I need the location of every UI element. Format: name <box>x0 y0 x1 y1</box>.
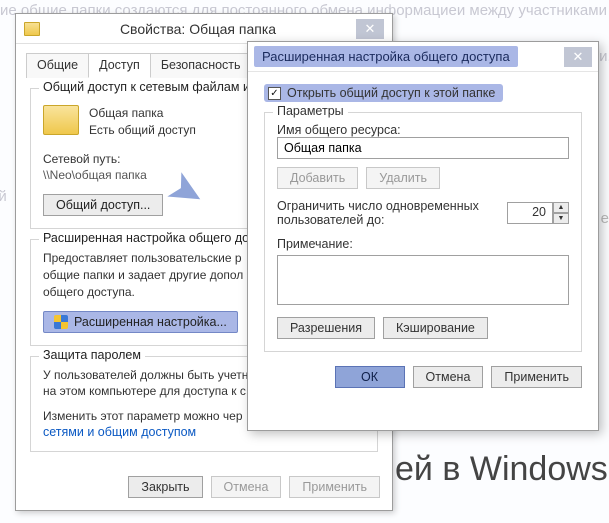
delete-button[interactable]: Удалить <box>366 167 440 189</box>
close-icon[interactable]: ✕ <box>564 47 592 67</box>
apply-button[interactable]: Применить <box>289 476 380 498</box>
share-button[interactable]: Общий доступ... <box>43 194 163 216</box>
tab-security[interactable]: Безопасность <box>150 53 252 78</box>
spinner-down-icon[interactable]: ▼ <box>553 213 569 224</box>
button-label: Расширенная настройка... <box>74 315 227 329</box>
add-button[interactable]: Добавить <box>277 167 358 189</box>
titlebar[interactable]: Расширенная настройка общего доступа ✕ <box>248 42 598 72</box>
folder-icon <box>24 22 40 36</box>
limit-label-line: пользователей до: <box>277 213 479 227</box>
limit-label: Ограничить число одновременных пользоват… <box>277 199 479 227</box>
check-icon: ✓ <box>268 87 281 100</box>
resource-name-input[interactable] <box>277 137 569 159</box>
bg-text: ай <box>0 188 7 205</box>
open-share-checkbox[interactable]: ✓ Открыть общий доступ к этой папке <box>264 84 503 102</box>
spinner-up-icon[interactable]: ▲ <box>553 202 569 213</box>
tab-general[interactable]: Общие <box>26 53 89 78</box>
bg-heading: ей в Windows д <box>395 450 609 489</box>
advanced-sharing-dialog: Расширенная настройка общего доступа ✕ ✓… <box>247 41 599 431</box>
titlebar[interactable]: Свойства: Общая папка ✕ <box>16 14 392 44</box>
shield-icon <box>54 315 68 329</box>
folder-info: Общая папка Есть общий доступ <box>89 105 196 139</box>
folder-name: Общая папка <box>89 105 196 122</box>
window-title: Свойства: Общая папка <box>48 21 348 37</box>
parameters-fieldset: Параметры Имя общего ресурса: Добавить У… <box>264 112 582 352</box>
limit-spinner[interactable]: 20 ▲ ▼ <box>507 202 569 224</box>
group-title: Расширенная настройка общего до <box>39 231 253 245</box>
window-title: Расширенная настройка общего доступа <box>254 46 518 67</box>
fieldset-legend: Параметры <box>273 104 348 118</box>
note-label: Примечание: <box>277 237 569 251</box>
group-title: Общий доступ к сетевым файлам и <box>39 80 254 94</box>
resource-name-label: Имя общего ресурса: <box>277 123 569 137</box>
permissions-button[interactable]: Разрешения <box>277 317 375 339</box>
limit-value[interactable]: 20 <box>507 202 553 224</box>
group-title: Защита паролем <box>39 348 145 362</box>
close-button[interactable]: Закрыть <box>128 476 202 498</box>
caching-button[interactable]: Кэширование <box>383 317 488 339</box>
note-textarea[interactable] <box>277 255 569 305</box>
cancel-button[interactable]: Отмена <box>413 366 484 388</box>
cancel-button[interactable]: Отмена <box>211 476 282 498</box>
tab-sharing[interactable]: Доступ <box>88 53 151 78</box>
dialog-buttons: Закрыть Отмена Применить <box>16 468 392 506</box>
ok-button[interactable]: ОК <box>335 366 405 388</box>
bg-text: е <box>601 210 609 227</box>
folder-icon <box>43 105 79 135</box>
apply-button[interactable]: Применить <box>491 366 582 388</box>
limit-label-line: Ограничить число одновременных <box>277 199 479 213</box>
folder-status: Есть общий доступ <box>89 122 196 139</box>
close-icon[interactable]: ✕ <box>356 19 384 39</box>
checkbox-label: Открыть общий доступ к этой папке <box>287 86 495 100</box>
advanced-settings-button[interactable]: Расширенная настройка... <box>43 311 238 333</box>
